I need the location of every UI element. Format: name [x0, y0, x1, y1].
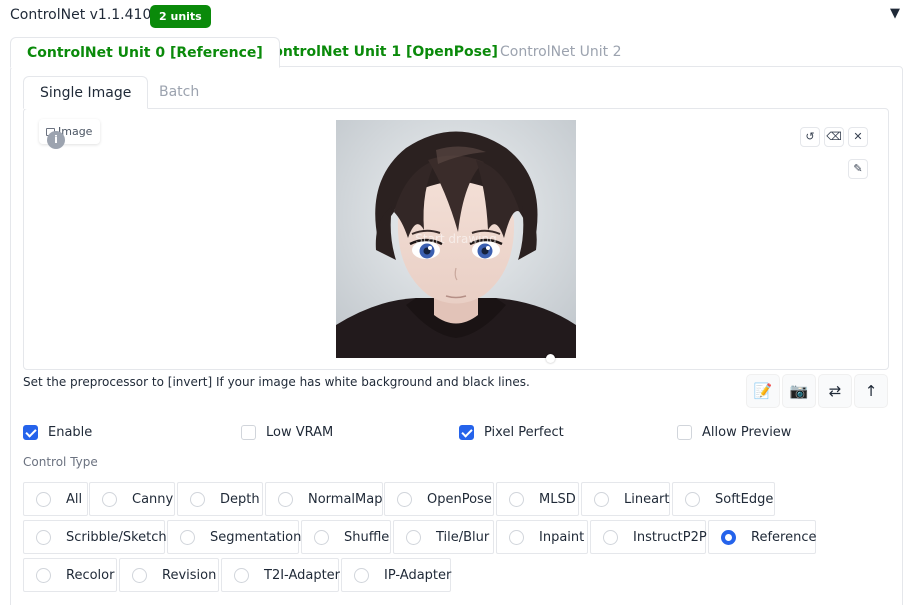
radio-icon[interactable] — [314, 529, 329, 545]
control-type-option[interactable]: Depth — [177, 482, 263, 516]
tab-unit-0[interactable]: ControlNet Unit 0 [Reference] — [10, 37, 280, 68]
undo-icon[interactable]: ↺ — [800, 127, 820, 147]
control-type-option[interactable]: T2I-Adapter — [221, 558, 341, 592]
radio-icon[interactable] — [190, 491, 205, 507]
control-type-option[interactable]: Recolor — [23, 558, 117, 592]
control-type-option[interactable]: All — [23, 482, 88, 516]
option-label: Shuffle — [344, 529, 390, 545]
brush-icon[interactable]: ✎ — [848, 159, 868, 179]
control-type-option[interactable]: Shuffle — [301, 520, 391, 554]
option-label: Recolor — [66, 567, 115, 583]
option-label: IP-Adapter — [384, 567, 452, 583]
control-type-option[interactable]: SoftEdge — [672, 482, 775, 516]
control-type-label: Control Type — [23, 455, 98, 469]
tab-unit-1[interactable]: ControlNet Unit 1 [OpenPose] — [263, 37, 498, 67]
control-type-option[interactable]: OpenPose — [384, 482, 494, 516]
tab-batch[interactable]: Batch — [159, 76, 199, 109]
app-title: ControlNet v1.1.410 — [10, 7, 152, 23]
control-type-option[interactable]: Tile/Blur — [393, 520, 494, 554]
create-canvas-icon[interactable]: 📝 — [746, 374, 780, 408]
radio-icon[interactable] — [36, 529, 51, 545]
radio-icon[interactable] — [594, 491, 609, 507]
option-label: T2I-Adapter — [264, 567, 341, 583]
control-type-option[interactable]: MLSD — [496, 482, 579, 516]
allow-preview-label: Allow Preview — [702, 424, 792, 440]
option-label: Segmentation — [210, 529, 302, 545]
radio-icon[interactable] — [397, 491, 412, 507]
option-label: Scribble/Sketch — [66, 529, 167, 545]
tab-single-image[interactable]: Single Image — [23, 76, 149, 109]
option-label: Tile/Blur — [436, 529, 490, 545]
low-vram-check-icon[interactable] — [241, 424, 256, 440]
option-label: OpenPose — [427, 491, 492, 507]
info-icon[interactable]: i — [47, 131, 65, 149]
option-label: Canny — [132, 491, 174, 507]
camera-icon[interactable]: 📷 — [782, 374, 816, 408]
radio-icon[interactable] — [509, 529, 524, 545]
radio-icon[interactable] — [36, 491, 51, 507]
collapse-toggle-icon[interactable]: ▼ — [890, 6, 900, 21]
low-vram-checkbox[interactable]: Low VRAM — [241, 423, 333, 441]
radio-icon[interactable] — [132, 567, 147, 583]
low-vram-label: Low VRAM — [266, 424, 334, 440]
enable-check-icon[interactable] — [23, 424, 38, 440]
pixel-perfect-check-icon[interactable] — [459, 424, 474, 440]
eraser-icon[interactable]: ⌫ — [824, 127, 844, 147]
control-type-option[interactable]: Reference — [708, 520, 816, 554]
control-type-option[interactable]: IP-Adapter — [341, 558, 451, 592]
control-type-option[interactable]: Canny — [89, 482, 175, 516]
radio-icon[interactable] — [278, 491, 293, 507]
control-type-option[interactable]: Scribble/Sketch — [23, 520, 167, 554]
option-label: Lineart — [624, 491, 670, 507]
radio-icon[interactable] — [603, 529, 618, 545]
control-type-option[interactable]: NormalMap — [265, 482, 383, 516]
close-icon[interactable]: ✕ — [848, 127, 868, 147]
option-label: Inpaint — [539, 529, 585, 545]
radio-icon[interactable] — [509, 491, 524, 507]
control-type-option[interactable]: Lineart — [581, 482, 670, 516]
control-type-option[interactable]: InstructP2P — [590, 520, 707, 554]
radio-icon[interactable] — [36, 567, 51, 583]
send-dimensions-icon[interactable]: ↑ — [854, 374, 888, 408]
radio-icon[interactable] — [685, 491, 700, 507]
control-type-option[interactable]: Revision — [119, 558, 219, 592]
enable-label: Enable — [48, 424, 93, 440]
radio-icon[interactable] — [406, 529, 421, 545]
units-badge: 2 units — [150, 5, 211, 28]
reference-image — [336, 120, 576, 358]
option-label: InstructP2P — [633, 529, 707, 545]
control-type-option[interactable]: Inpaint — [496, 520, 588, 554]
option-label: SoftEdge — [715, 491, 774, 507]
control-type-option[interactable]: Segmentation — [167, 520, 302, 554]
option-label: Reference — [751, 529, 817, 545]
pixel-perfect-label: Pixel Perfect — [484, 424, 564, 440]
resize-handle[interactable] — [546, 354, 555, 363]
option-label: MLSD — [539, 491, 576, 507]
radio-icon[interactable] — [102, 491, 117, 507]
option-label: Depth — [220, 491, 260, 507]
option-label: All — [66, 491, 83, 507]
enable-checkbox[interactable]: Enable — [23, 423, 92, 441]
tab-unit-2[interactable]: ControlNet Unit 2 — [500, 37, 622, 67]
controlnet-header[interactable]: ControlNet v1.1.410 2 units ▼ — [0, 0, 912, 34]
preprocessor-hint: Set the preprocessor to [invert] If your… — [23, 375, 530, 389]
allow-preview-checkbox[interactable]: Allow Preview — [677, 423, 791, 441]
radio-icon[interactable] — [234, 567, 249, 583]
pixel-perfect-checkbox[interactable]: Pixel Perfect — [459, 423, 564, 441]
radio-icon[interactable] — [180, 529, 195, 545]
swap-icon[interactable]: ⇄ — [818, 374, 852, 408]
radio-selected-icon[interactable] — [721, 529, 736, 545]
allow-preview-check-icon[interactable] — [677, 424, 692, 440]
option-label: Revision — [162, 567, 217, 583]
radio-icon[interactable] — [354, 567, 369, 583]
option-label: NormalMap — [308, 491, 383, 507]
